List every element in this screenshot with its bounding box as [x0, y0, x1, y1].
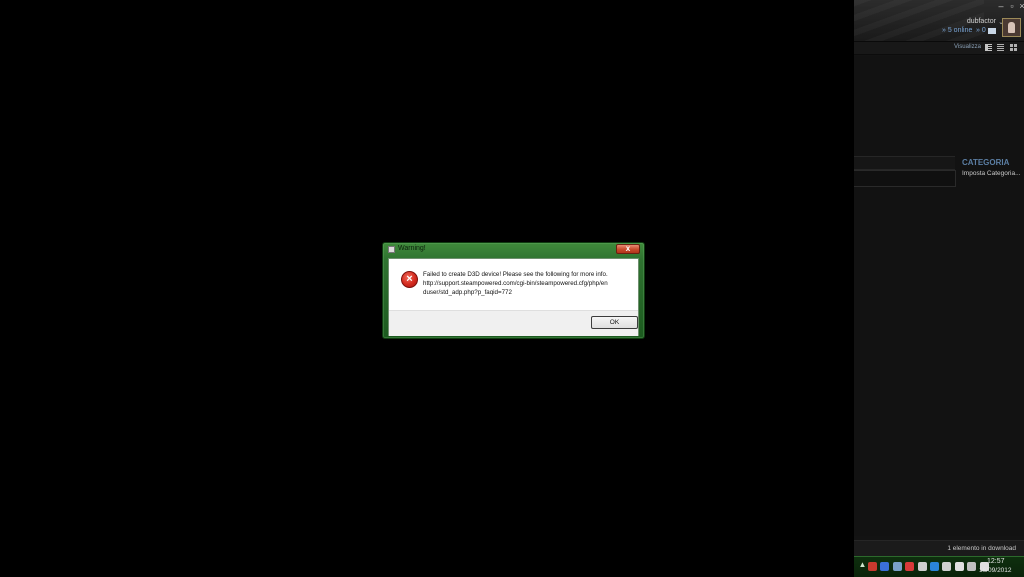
message-text: duser/std_adp.php?p_faqid=772 — [423, 289, 512, 296]
error-icon: × — [401, 271, 418, 288]
dialog-body: × Failed to create D3D device! Please se… — [388, 258, 639, 336]
flag-icon[interactable] — [954, 562, 964, 571]
gear-tray-icon[interactable] — [942, 562, 952, 571]
update-icon[interactable] — [930, 562, 939, 571]
category-row — [854, 156, 955, 170]
status-bar: 1 elemento in download — [854, 540, 1024, 556]
list-view-icon[interactable] — [997, 44, 1004, 51]
category-input-row[interactable] — [854, 170, 956, 187]
detail-view-icon[interactable] — [985, 44, 992, 51]
taskbar-tray: ▲ 12:57 16/09/2012 — [854, 556, 1024, 577]
username-menu[interactable]: dubfactor — [967, 18, 996, 25]
network-share-icon[interactable] — [892, 562, 902, 571]
library-content — [854, 56, 1024, 536]
usb-icon[interactable] — [868, 562, 877, 571]
messages-count-link[interactable]: » 0 — [976, 27, 986, 34]
envelope-icon[interactable] — [988, 28, 996, 34]
clock-date[interactable]: 16/09/2012 — [979, 567, 1012, 574]
view-label: Visualizza — [954, 44, 981, 50]
app-icon[interactable] — [388, 246, 395, 253]
grid-view-icon[interactable] — [1010, 44, 1017, 51]
dialog-title: Warning! — [398, 245, 426, 252]
warning-dialog: Warning! x × Failed to create D3D device… — [382, 242, 645, 339]
antivirus-icon[interactable] — [905, 562, 915, 571]
message-text: http://support.steampowered.com/cgi-bin/… — [423, 280, 608, 287]
steam-client-window: – ▫ × dubfactor ⌄ » 5 online » 0 Visuali… — [854, 0, 1024, 556]
steam-tray-icon[interactable] — [917, 562, 927, 571]
clock-time[interactable]: 12:57 — [987, 558, 1005, 565]
category-heading: CATEGORIA — [962, 158, 1010, 167]
download-status-link[interactable]: 1 elemento in download — [947, 545, 1016, 552]
display-icon[interactable] — [967, 562, 977, 571]
friends-online-link[interactable]: » 5 online — [942, 27, 972, 34]
close-button[interactable]: × — [1016, 2, 1024, 11]
dialog-close-button[interactable]: x — [616, 244, 640, 254]
show-hidden-icons-icon[interactable]: ▲ — [858, 560, 867, 569]
avatar[interactable] — [1002, 18, 1021, 37]
message-text: Failed to create D3D device! Please see … — [423, 271, 608, 278]
dialog-titlebar[interactable]: Warning! x — [383, 243, 646, 257]
ok-button[interactable]: OK — [591, 316, 638, 329]
bluetooth-icon[interactable] — [880, 562, 890, 571]
set-category-link[interactable]: Imposta Categoria... — [962, 170, 1021, 177]
